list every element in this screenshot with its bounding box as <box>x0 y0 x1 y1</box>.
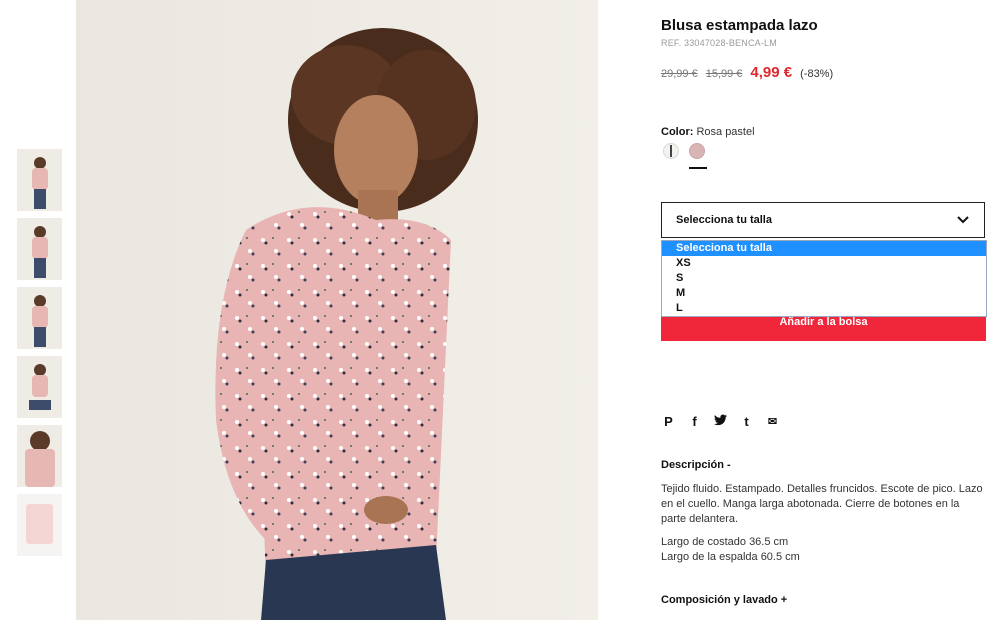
description-paragraph-2: Largo de costado 36.5 cm Largo de la esp… <box>661 535 986 565</box>
thumbnail-list <box>17 149 63 563</box>
thumbnail-3[interactable] <box>17 287 62 349</box>
swatch-rosa-pastel[interactable] <box>689 143 705 159</box>
swatch-selected-indicator <box>689 167 707 169</box>
twitter-icon[interactable] <box>713 414 728 429</box>
description-line-side-length: Largo de costado 36.5 cm <box>661 536 789 548</box>
discount-badge: (-83%) <box>800 68 834 80</box>
product-ref: REF. 33047028-BENCA-LM <box>661 38 777 48</box>
thumbnail-1[interactable] <box>17 149 62 211</box>
chevron-down-icon <box>957 216 969 224</box>
tumblr-icon[interactable]: t <box>739 414 754 429</box>
price-block: 29,99 € 15,99 € 4,99 € (-83%) <box>661 64 833 82</box>
size-option-xs[interactable]: XS <box>662 256 986 271</box>
share-icons: Pf t ✉ <box>661 413 791 431</box>
description-paragraph-1: Tejido fluido. Estampado. Detalles frunc… <box>661 483 983 525</box>
facebook-icon[interactable]: f <box>687 414 702 429</box>
composition-toggle[interactable]: Composición y lavado + <box>661 594 787 606</box>
price-original: 29,99 € <box>661 68 698 80</box>
color-value: Rosa pastel <box>696 126 755 138</box>
size-option-l[interactable]: L <box>662 301 986 316</box>
swatch-white-print[interactable] <box>663 143 679 159</box>
pinterest-icon[interactable]: P <box>661 414 676 429</box>
add-to-bag-button[interactable]: Añadir a la bolsa <box>661 316 986 341</box>
size-option-m[interactable]: M <box>662 286 986 301</box>
thumbnail-2[interactable] <box>17 218 62 280</box>
product-title: Blusa estampada lazo <box>661 17 818 34</box>
description-toggle[interactable]: Descripción - <box>661 459 731 471</box>
thumbnail-6[interactable] <box>17 494 62 556</box>
price-current: 4,99 € <box>750 64 793 81</box>
thumbnail-4[interactable] <box>17 356 62 418</box>
color-swatches <box>663 143 715 161</box>
email-icon[interactable]: ✉ <box>765 415 780 428</box>
color-label-key: Color: <box>661 126 694 138</box>
description-line-back-length: Largo de la espalda 60.5 cm <box>661 551 800 563</box>
thumbnail-5[interactable] <box>17 425 62 487</box>
size-select-label: Selecciona tu talla <box>676 214 772 226</box>
size-option-placeholder[interactable]: Selecciona tu talla <box>662 241 986 256</box>
size-select[interactable]: Selecciona tu talla <box>661 202 985 238</box>
color-label: Color: Rosa pastel <box>661 126 755 138</box>
price-previous: 15,99 € <box>705 68 743 80</box>
size-option-s[interactable]: S <box>662 271 986 286</box>
size-dropdown-list: Selecciona tu talla XS S M L <box>661 240 987 317</box>
main-product-image <box>76 0 598 620</box>
